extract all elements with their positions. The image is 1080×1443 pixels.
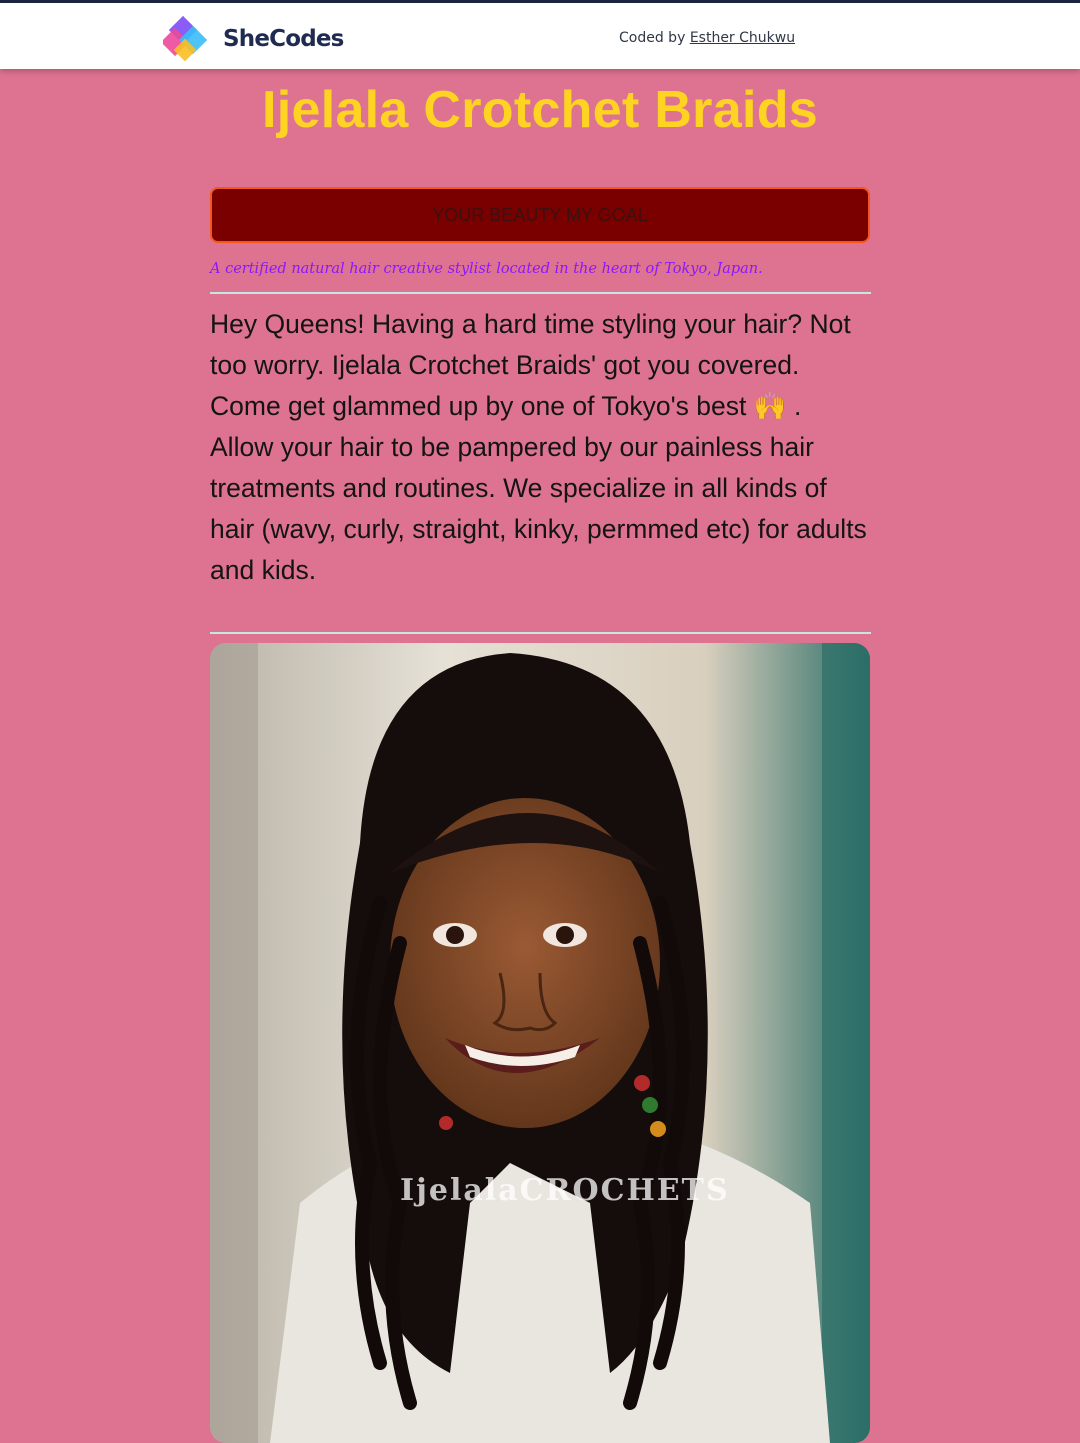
photo-illustration	[210, 643, 870, 1443]
top-navbar: SheCodes Coded by Esther Chukwu	[0, 0, 1080, 69]
logo-text: SheCodes	[223, 26, 344, 52]
motto-text: YOUR BEAUTY MY GOAL	[432, 204, 648, 225]
hairstyle-photo: IjelalaCROCHETS	[210, 643, 870, 1443]
credit-prefix: Coded by	[619, 30, 686, 46]
tagline: A certified natural hair creative stylis…	[210, 261, 763, 277]
motto-banner: YOUR BEAUTY MY GOAL	[210, 187, 870, 243]
credit-line: Coded by Esther Chukwu	[619, 30, 795, 46]
divider-bottom	[210, 632, 871, 634]
page-title: Ijelala Crotchet Braids	[262, 81, 818, 139]
divider-top	[210, 292, 871, 294]
shecodes-logo[interactable]: SheCodes	[163, 14, 344, 64]
intro-paragraph: Hey Queens! Having a hard time styling y…	[210, 309, 867, 585]
shecodes-logo-icon	[163, 15, 208, 62]
author-link[interactable]: Esther Chukwu	[690, 30, 795, 46]
photo-watermark: IjelalaCROCHETS	[400, 1173, 730, 1208]
